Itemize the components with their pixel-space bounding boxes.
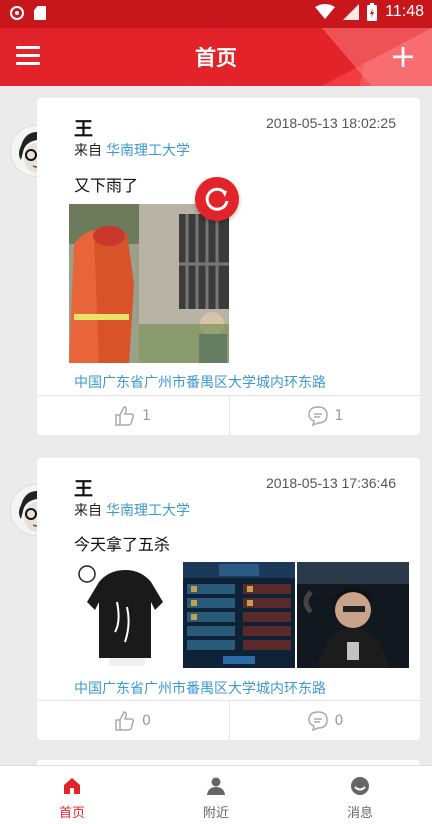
refresh-icon: [205, 187, 229, 211]
comment-button[interactable]: 1: [229, 396, 420, 435]
university-link[interactable]: 华南理工大学: [106, 503, 190, 519]
home-icon: [64, 778, 80, 794]
app-bar: 首页 +: [0, 28, 432, 86]
sd-card-icon: [34, 6, 46, 20]
status-bar: 11:48: [0, 0, 432, 28]
post-photo[interactable]: [69, 562, 181, 668]
bottom-tab-bar: 首页 附近 消息: [0, 765, 432, 824]
thumbs-up-icon: [115, 405, 135, 426]
signal-icon: [343, 4, 360, 20]
post-content: 又下雨了: [74, 176, 139, 195]
author-name[interactable]: 王: [74, 114, 93, 141]
like-button[interactable]: 1: [37, 396, 228, 435]
post-photo[interactable]: [69, 204, 229, 363]
person-icon: [207, 777, 225, 795]
post-actions: 0 0: [37, 700, 420, 740]
post-time: 2018-05-13 17:36:46: [266, 475, 396, 491]
author-name[interactable]: 王: [74, 474, 93, 501]
post-card[interactable]: 王 2018-05-13 17:36:46 来自 华南理工大学 今天拿了五杀 中…: [37, 458, 420, 740]
thumbs-up-icon: [115, 710, 135, 731]
comment-icon: [307, 405, 328, 426]
plus-icon[interactable]: +: [388, 38, 418, 74]
university-link[interactable]: 华南理工大学: [106, 143, 190, 159]
page-title: 首页: [195, 46, 237, 70]
tab-messages[interactable]: 消息: [288, 766, 432, 824]
clock: 11:48: [385, 3, 424, 20]
tab-nearby[interactable]: 附近: [144, 766, 288, 824]
comment-count: 1: [334, 407, 344, 424]
post-actions: 1 1: [37, 395, 420, 435]
message-icon: [351, 777, 369, 795]
wifi-icon: [315, 4, 336, 19]
record-icon: [10, 6, 24, 20]
tab-home[interactable]: 首页: [0, 766, 144, 824]
battery-icon: [367, 3, 378, 21]
post-location[interactable]: 中国广东省广州市番禺区大学城内环东路: [74, 372, 326, 392]
like-count: 0: [142, 712, 151, 729]
post-photo[interactable]: [297, 562, 409, 668]
post-time: 2018-05-13 18:02:25: [266, 115, 396, 131]
post-content: 今天拿了五杀: [74, 535, 171, 554]
comment-button[interactable]: 0: [229, 701, 420, 740]
comment-count: 0: [334, 712, 344, 729]
post-location[interactable]: 中国广东省广州市番禺区大学城内环东路: [74, 678, 326, 698]
refresh-button[interactable]: [195, 177, 239, 221]
post-photo[interactable]: [183, 562, 295, 668]
like-count: 1: [142, 407, 151, 424]
post-source: 来自 华南理工大学: [74, 503, 190, 519]
comment-icon: [307, 710, 328, 731]
like-button[interactable]: 0: [37, 701, 228, 740]
post-source: 来自 华南理工大学: [74, 143, 190, 159]
post-card[interactable]: 王 2018-05-13 18:02:25 来自 华南理工大学 又下雨了 中国广东…: [37, 98, 420, 435]
